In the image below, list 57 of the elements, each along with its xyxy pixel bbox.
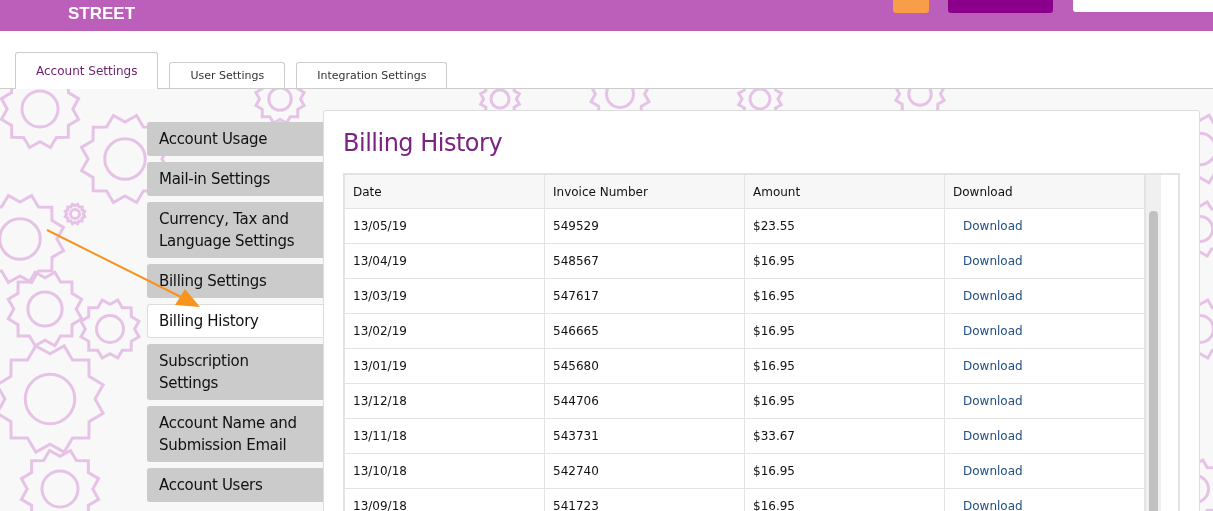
download-link[interactable]: Download bbox=[963, 324, 1023, 338]
download-link[interactable]: Download bbox=[963, 464, 1023, 478]
table-cell: $16.95 bbox=[744, 383, 945, 419]
table-cell: 549529 bbox=[544, 208, 745, 244]
scrollbar[interactable] bbox=[1145, 175, 1161, 511]
table-cell: 541723 bbox=[544, 488, 745, 511]
tab[interactable]: Account Settings bbox=[15, 52, 159, 89]
table-cell: 545680 bbox=[544, 348, 745, 384]
download-link[interactable]: Download bbox=[963, 219, 1023, 233]
table-cell: 13/03/19 bbox=[345, 278, 545, 314]
table-cell: $16.95 bbox=[744, 243, 945, 279]
table-cell: $16.95 bbox=[744, 278, 945, 314]
sidebar-item[interactable]: Mail-in Settings bbox=[147, 162, 323, 196]
table-cell: 13/01/19 bbox=[345, 348, 545, 384]
download-link[interactable]: Download bbox=[963, 499, 1023, 511]
table-cell: 544706 bbox=[544, 383, 745, 419]
sidebar-item[interactable]: Billing Settings bbox=[147, 264, 323, 298]
table-cell: 548567 bbox=[544, 243, 745, 279]
tab[interactable]: User Settings bbox=[169, 62, 286, 88]
panel-title: Billing History bbox=[343, 129, 504, 157]
table-cell: 13/11/18 bbox=[345, 418, 545, 454]
table-cell: $16.95 bbox=[744, 453, 945, 489]
column-header: Invoice Number bbox=[544, 175, 745, 209]
table-cell: 13/12/18 bbox=[345, 383, 545, 419]
table-cell: $16.95 bbox=[744, 488, 945, 511]
table-cell: 13/05/19 bbox=[345, 208, 545, 244]
header-button[interactable] bbox=[893, 0, 929, 13]
table-cell: 13/10/18 bbox=[345, 453, 545, 489]
sidebar-item[interactable]: Account Usage bbox=[147, 122, 323, 156]
header-button[interactable] bbox=[948, 0, 1053, 13]
table-cell: $33.67 bbox=[744, 418, 945, 454]
table-cell: 547617 bbox=[544, 278, 745, 314]
search-field[interactable] bbox=[1073, 0, 1213, 12]
table-cell: 546665 bbox=[544, 313, 745, 349]
column-header: Download bbox=[944, 175, 1145, 209]
download-link[interactable]: Download bbox=[963, 254, 1023, 268]
sidebar-item[interactable]: Billing History bbox=[147, 304, 323, 338]
download-link[interactable]: Download bbox=[963, 394, 1023, 408]
sidebar-item[interactable]: Account Users bbox=[147, 468, 323, 502]
table-cell: 543731 bbox=[544, 418, 745, 454]
download-link[interactable]: Download bbox=[963, 359, 1023, 373]
table-cell: $16.95 bbox=[744, 313, 945, 349]
download-link[interactable]: Download bbox=[963, 429, 1023, 443]
table-cell: 13/09/18 bbox=[345, 488, 545, 511]
table-cell: $23.55 bbox=[744, 208, 945, 244]
table-cell: $16.95 bbox=[744, 348, 945, 384]
sidebar-item[interactable]: Currency, Tax and Language Settings bbox=[147, 202, 323, 258]
sidebar-item[interactable]: Account Name and Submission Email bbox=[147, 406, 323, 462]
download-link[interactable]: Download bbox=[963, 289, 1023, 303]
sidebar-item[interactable]: Subscription Settings bbox=[147, 344, 323, 400]
tab[interactable]: Integration Settings bbox=[296, 62, 448, 88]
table-cell: 542740 bbox=[544, 453, 745, 489]
column-header: Date bbox=[345, 175, 545, 209]
column-header: Amount bbox=[744, 175, 945, 209]
table-cell: 13/02/19 bbox=[345, 313, 545, 349]
logo-text: STREET bbox=[68, 4, 136, 24]
table-cell: 13/04/19 bbox=[345, 243, 545, 279]
